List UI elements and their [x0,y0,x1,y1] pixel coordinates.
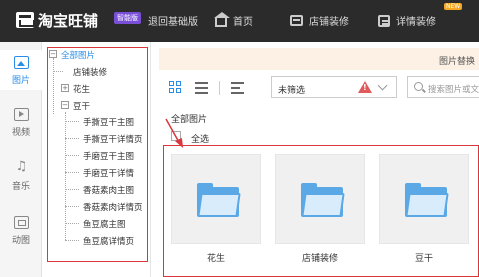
top-bar: 淘宝旺铺 智能版 退回基础版 首页 店铺装修 详情装修 NEW [0,0,479,42]
folder-card[interactable]: 豆干 [379,154,469,264]
app-logo[interactable]: 淘宝旺铺 智能版 [6,8,141,30]
collapse-dougan-icon[interactable]: − [61,101,69,109]
tree-guide-line [53,58,54,114]
tree-guide-line [65,155,79,156]
rail-item-label: 视频 [11,128,30,138]
folder-tree-panel: − 全部图片 店铺装修 + 花生 − 豆干 手撕豆干主图 手撕豆干详情页 手磨豆… [43,42,151,277]
chevron-down-icon [377,80,388,91]
home-icon [214,12,230,27]
taobao-logo-icon [16,12,35,28]
tree-item-sub[interactable]: 手撕豆干详情页 [83,133,143,145]
folder-name[interactable]: 花生 [171,251,261,264]
filter-select[interactable]: 未筛选 [271,76,397,98]
media-type-rail: 图片 视频 音乐 动图 [0,42,42,277]
tree-item-sub[interactable]: 香菇素肉主图 [83,184,134,196]
folder-icon [405,183,449,217]
tree-guide-line [65,121,79,122]
tree-item-sub[interactable]: 手撕豆干主图 [83,116,134,128]
folder-thumbnail[interactable] [171,154,261,244]
annotation-arrow-icon [165,118,183,148]
folder-thumbnail[interactable] [275,154,365,244]
tree-guide-line [65,112,66,240]
rail-item-image[interactable]: 图片 [0,50,42,90]
folder-card[interactable]: 店铺装修 [275,154,365,264]
toolbar-divider [219,81,220,95]
rail-item-label: 图片 [11,76,30,86]
new-badge: NEW [444,3,463,10]
sort-icon[interactable] [231,81,244,94]
tree-guide-line [65,172,79,173]
nav-detail-decoration-label: 详情装修 [396,17,436,28]
tree-item-huasheng[interactable]: 花生 [73,83,90,95]
back-to-basic-link[interactable]: 退回基础版 [148,13,198,28]
toolbar: 未筛选 搜索图片或文件夹 [159,76,479,100]
folder-card[interactable]: 花生 [171,154,261,264]
tree-item-sub[interactable]: 鱼豆腐详情页 [83,235,134,247]
tree-guide-line [65,223,79,224]
back-to-basic-label: 退回基础版 [148,17,198,28]
app-title: 淘宝旺铺 [38,12,99,30]
animation-icon [13,216,29,229]
expand-huasheng-icon[interactable]: + [61,84,69,92]
detail-page-icon [378,14,390,27]
tree-guide-line [65,138,79,139]
nav-detail-decoration[interactable]: 详情装修 [378,13,436,28]
nav-shop-decoration-label: 店铺装修 [309,17,349,28]
rail-item-label: 动图 [11,236,30,246]
nav-home[interactable]: 首页 [214,12,253,28]
tree-item-sub[interactable]: 手磨豆干主图 [83,150,134,162]
nav-shop-decoration[interactable]: 店铺装修 [290,13,349,28]
grid-view-icon[interactable] [169,81,182,94]
select-all-label[interactable]: 全选 [191,132,209,145]
folder-name[interactable]: 店铺装修 [275,251,365,264]
rail-item-video[interactable]: 视频 [0,102,42,142]
banner-text[interactable]: 图片替换 [439,54,475,67]
tree-item-sub[interactable]: 手磨豆干详情 [83,167,134,179]
search-placeholder: 搜索图片或文件夹 [428,85,479,95]
tree-guide-line [65,240,79,241]
search-icon [414,82,423,91]
warning-icon [358,81,372,93]
shop-icon [290,15,303,26]
music-icon [14,159,29,175]
folder-name[interactable]: 豆干 [379,251,469,264]
edition-badge: 智能版 [114,12,141,24]
tree-guide-line [65,189,79,190]
image-icon [13,56,29,69]
list-view-icon[interactable] [195,81,208,94]
nav-home-label: 首页 [233,17,253,28]
rail-item-music[interactable]: 音乐 [0,156,42,196]
folder-icon [301,183,345,217]
rail-item-animation[interactable]: 动图 [0,210,42,250]
video-icon [13,108,29,121]
tree-guide-line [65,206,79,207]
tree-root-all-images[interactable]: 全部图片 [61,49,95,61]
rail-item-label: 音乐 [11,182,30,192]
folder-thumbnail[interactable] [379,154,469,244]
tree-item-sub[interactable]: 鱼豆腐主图 [83,218,126,230]
folder-icon [197,183,241,217]
tree-item-shop-decoration[interactable]: 店铺装修 [73,66,107,78]
tree-item-dougan[interactable]: 豆干 [73,100,90,112]
tree-guide-line [53,71,63,72]
collapse-root-icon[interactable]: − [49,50,57,58]
main-content: 图片替换 未筛选 搜索图片或文件夹 全部图片 全选 [151,42,479,277]
filter-value: 未筛选 [278,86,306,96]
notice-banner: 图片替换 [159,48,479,70]
tree-item-sub[interactable]: 香菇素肉详情页 [83,201,143,213]
search-input[interactable]: 搜索图片或文件夹 [407,76,479,98]
